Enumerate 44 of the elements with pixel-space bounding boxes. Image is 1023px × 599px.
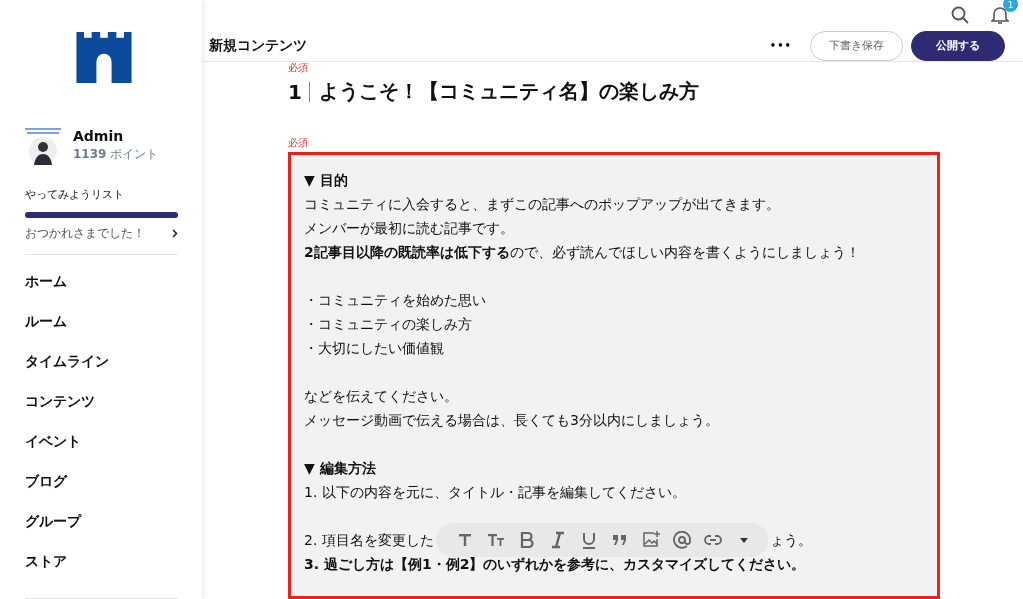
nav-item[interactable]: コンテンツ	[25, 391, 178, 412]
avatar-icon	[25, 125, 61, 166]
user-name: Admin	[73, 127, 125, 144]
draft-save-button[interactable]: 下書き保存	[810, 30, 903, 61]
page-title: 新規コンテンツ	[209, 36, 308, 55]
required-label: 必須	[288, 137, 308, 148]
body-text: などを伝えてください。	[304, 387, 459, 406]
notification-badge: 1	[1003, 0, 1018, 13]
nav-item[interactable]: ルーム	[25, 311, 178, 332]
body-editor[interactable]	[288, 152, 940, 599]
bell-icon[interactable]	[991, 5, 1009, 26]
castle-logo-icon	[74, 32, 133, 84]
section-heading: ▼ 編集方法	[304, 459, 377, 478]
body-text: ・コミュニティの楽しみ方	[304, 315, 473, 334]
more-button[interactable]: •••	[769, 40, 792, 52]
image-add-icon[interactable]	[641, 531, 660, 549]
title-number: 1	[288, 79, 302, 104]
user-points: 1139 ポイント	[73, 145, 159, 163]
chevron-right-icon[interactable]	[172, 229, 178, 238]
body-text: ょう。	[769, 531, 812, 550]
body-text: メンバーが最初に読む記事です。	[304, 219, 515, 238]
required-label: 必須	[288, 62, 308, 73]
nav-item[interactable]: グループ	[25, 511, 178, 532]
body-text: 1. 以下の内容を元に、タイトル・記事を編集してください。	[304, 483, 687, 502]
body-text: 2. 項目名を変更した	[304, 531, 434, 550]
body-text: ・大切にしたい価値観	[304, 339, 445, 358]
body-text: メッセージ動画で伝える場合は、長くても3分以内にしましょう。	[304, 411, 720, 430]
todo-list-title: やってみようリスト	[25, 187, 125, 203]
body-text: 2記事目以降の既読率は低下するので、必ず読んでほしい内容を書くようにしましょう！	[304, 243, 861, 262]
nav-item[interactable]: ホーム	[25, 271, 178, 292]
mention-icon[interactable]	[672, 531, 691, 549]
body-text: 3. 過ごし方は【例1・例2】のいずれかを参考に、カスタマイズしてください。	[304, 555, 807, 574]
article-title[interactable]: ようこそ！【コミュニティ名】の楽しみ方	[318, 78, 699, 105]
nav-item[interactable]: ストア	[25, 551, 178, 572]
nav-item[interactable]: イベント	[25, 431, 178, 452]
nav-item[interactable]: タイムライン	[25, 351, 178, 372]
body-text: コミュニティに入会すると、まずこの記事へのポップアップが出てきます。	[304, 195, 781, 214]
section-heading: ▼ 目的	[304, 171, 349, 190]
search-icon[interactable]	[951, 6, 969, 25]
publish-button[interactable]: 公開する	[911, 30, 1005, 61]
nav-item[interactable]: ブログ	[25, 471, 178, 492]
todo-message: おつかれさまでした！	[25, 225, 145, 242]
body-text: ・コミュニティを始めた思い	[304, 291, 487, 310]
text-size-icon[interactable]	[486, 531, 505, 549]
